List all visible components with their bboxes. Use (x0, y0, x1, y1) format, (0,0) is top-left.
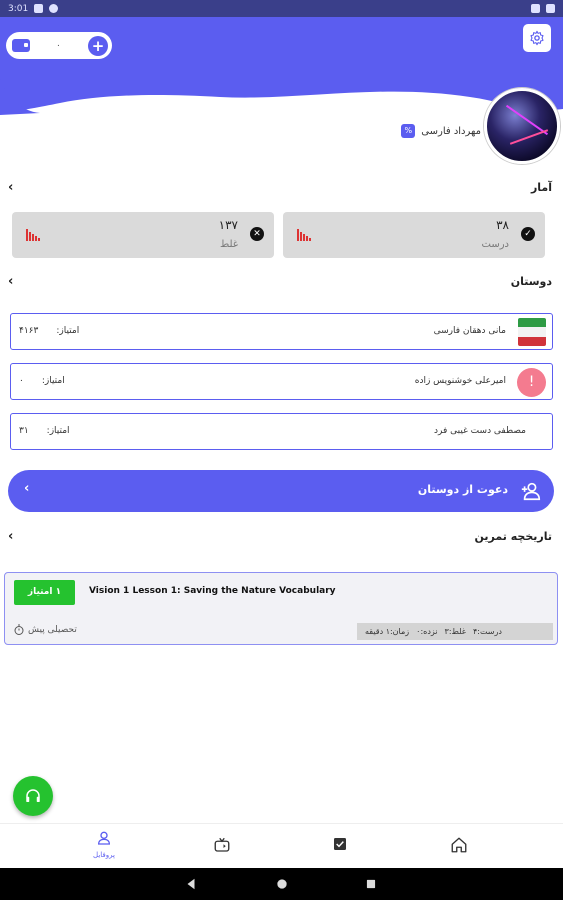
nav-tasks[interactable] (320, 836, 360, 856)
chevron-left-icon[interactable]: ‹ (8, 529, 13, 544)
stat-card-correct[interactable]: ۳۸ درست ✓ (283, 212, 545, 258)
wifi-icon (531, 4, 540, 13)
system-navigation-bar (0, 868, 563, 900)
notification-icon (49, 4, 59, 13)
wrong-label: غلط (219, 239, 238, 250)
history-item-title: Vision 1 Lesson 1: Saving the Nature Voc… (89, 586, 336, 596)
wrong-count: ۱۳۷ (218, 218, 238, 232)
score-badge: ۱ امتیاز (14, 580, 75, 605)
bar-chart-icon (297, 229, 311, 241)
friend-score-label: امتیاز: (41, 376, 65, 386)
friend-item[interactable]: ! امیرعلی خوشنویس زاده ۰ امتیاز: (10, 363, 553, 400)
friends-section-header[interactable]: ‹ دوستان (8, 274, 552, 289)
stopwatch-icon (14, 624, 24, 635)
recents-icon[interactable] (364, 877, 378, 891)
tv-icon (214, 837, 230, 852)
friend-name: امیرعلی خوشنویس زاده (414, 376, 506, 386)
alert-icon: ! (517, 368, 546, 397)
nav-profile-label: پروفایل (93, 851, 115, 859)
friend-score-label: امتیاز: (56, 326, 80, 336)
checkbox-icon (334, 838, 346, 850)
support-fab[interactable] (13, 776, 53, 816)
friend-score: ۴۱۶۳ امتیاز: (19, 326, 79, 336)
user-name: مهرداد فارسی (421, 125, 481, 137)
history-section-header[interactable]: ‹ تاریخچه تمرین (8, 529, 552, 544)
friend-score-value: ۴۱۶۳ (19, 326, 39, 336)
friend-item[interactable]: مصطفی دست غیبی فرد ۳۱ امتیاز: (10, 413, 553, 450)
friend-avatar (518, 318, 546, 346)
add-user-icon (521, 482, 541, 501)
avatar-artwork-ray (509, 129, 549, 145)
gear-icon (530, 30, 544, 46)
nav-profile[interactable]: پروفایل (84, 830, 124, 859)
chevron-left-icon[interactable]: ‹ (8, 274, 13, 289)
friend-item[interactable]: مانی دهقان فارسی ۴۱۶۳ امتیاز: (10, 313, 553, 350)
history-wrong: غلط:۳ (444, 627, 466, 636)
wallet-icon (12, 39, 30, 52)
chevron-left-icon: ‹ (24, 481, 30, 496)
friend-name: مانی دهقان فارسی (433, 326, 506, 336)
bottom-nav: پروفایل (0, 823, 563, 868)
percent-icon: % (401, 124, 416, 138)
status-time: 3:01 (8, 3, 29, 14)
avatar[interactable] (484, 88, 560, 164)
friends-title: دوستان (510, 275, 552, 288)
history-skipped: نزده:۰ (416, 627, 438, 636)
chevron-left-icon[interactable]: ‹ (8, 180, 13, 195)
history-title: تاریخچه تمرین (474, 530, 552, 543)
history-level-label: تحصیلی پیش (28, 625, 77, 635)
close-icon: ✕ (250, 227, 264, 241)
nav-tv[interactable] (202, 836, 242, 858)
nav-home[interactable] (439, 836, 479, 858)
friend-score-value: ۳۱ (19, 426, 29, 436)
home-circle-icon[interactable] (275, 877, 289, 891)
stats-title: آمار (530, 181, 552, 194)
friend-score-value: ۰ (19, 376, 24, 386)
sim-icon (34, 4, 44, 13)
history-item[interactable]: ۱ امتیاز Vision 1 Lesson 1: Saving the N… (4, 572, 558, 645)
home-icon (451, 837, 467, 853)
correct-count: ۳۸ (496, 218, 509, 232)
status-bar: 3:01 (0, 0, 563, 17)
history-level: تحصیلی پیش (13, 624, 77, 636)
invite-friends-button[interactable]: ‹ دعوت از دوستان (8, 470, 554, 512)
wallet-add-button[interactable]: + (88, 35, 108, 56)
invite-label: دعوت از دوستان (417, 483, 508, 496)
battery-icon (546, 4, 555, 13)
user-info: % مهرداد فارسی (396, 124, 481, 138)
friend-score-label: امتیاز: (46, 426, 70, 436)
settings-button[interactable] (523, 24, 551, 52)
check-icon: ✓ (521, 227, 535, 241)
stats-section-header[interactable]: ‹ آمار (8, 180, 552, 195)
history-stats: درست:۴ غلط:۳ نزده:۰ زمان:۱ دقیقه (357, 623, 553, 640)
correct-label: درست (481, 239, 509, 250)
friend-score: ۳۱ امتیاز: (19, 426, 70, 436)
history-correct: درست:۴ (472, 627, 502, 636)
history-time: زمان:۱ دقیقه (365, 627, 410, 636)
wallet-balance: ۰ (56, 40, 61, 51)
bar-chart-icon (26, 229, 40, 241)
back-icon[interactable] (184, 877, 198, 891)
friend-name: مصطفی دست غیبی فرد (434, 426, 526, 436)
wallet-pill[interactable]: ۰ + (6, 32, 112, 59)
friend-score: ۰ امتیاز: (19, 376, 65, 386)
stat-card-wrong[interactable]: ۱۳۷ غلط ✕ (12, 212, 274, 258)
headset-icon (26, 789, 40, 802)
user-icon (97, 831, 111, 845)
